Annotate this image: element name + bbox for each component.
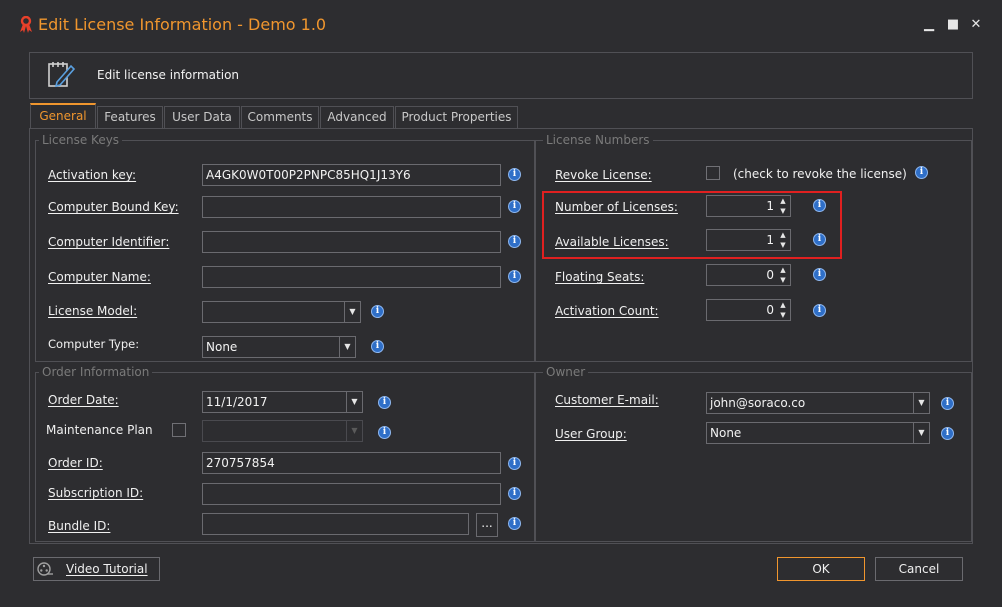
revoke-license-label: Revoke License: xyxy=(555,168,652,182)
license-model-select[interactable] xyxy=(202,301,361,323)
subscription-id-label: Subscription ID: xyxy=(48,486,144,500)
revoke-license-hint: (check to revoke the license) xyxy=(733,167,907,181)
window-title: Edit License Information - Demo 1.0 xyxy=(38,15,327,34)
info-icon[interactable]: i xyxy=(508,457,521,470)
tab-product-properties[interactable]: Product Properties xyxy=(395,106,518,128)
tab-comments[interactable]: Comments xyxy=(241,106,319,128)
minimize-button[interactable]: ▁ xyxy=(918,14,940,36)
spin-down-icon[interactable]: ▼ xyxy=(776,275,790,285)
info-icon[interactable]: i xyxy=(508,200,521,213)
license-model-label: License Model: xyxy=(48,304,138,318)
computer-bound-key-label: Computer Bound Key: xyxy=(48,200,179,214)
user-group-label: User Group: xyxy=(555,427,627,441)
info-icon[interactable]: i xyxy=(813,268,826,281)
close-button[interactable]: ✕ xyxy=(965,14,987,36)
info-icon[interactable]: i xyxy=(915,166,928,179)
computer-name-field[interactable] xyxy=(202,266,501,288)
group-title-license-keys: License Keys xyxy=(39,133,123,147)
activation-key-label: Activation key: xyxy=(48,168,137,182)
info-icon[interactable]: i xyxy=(371,340,384,353)
info-icon[interactable]: i xyxy=(508,270,521,283)
ok-button[interactable]: OK xyxy=(777,557,865,581)
chevron-down-icon[interactable]: ▼ xyxy=(339,337,355,357)
chevron-down-icon: ▼ xyxy=(346,421,362,441)
info-icon[interactable]: i xyxy=(508,168,521,181)
group-title-order-information: Order Information xyxy=(39,365,153,379)
film-reel-icon xyxy=(37,562,53,576)
tab-user-data[interactable]: User Data xyxy=(164,106,240,128)
chevron-down-icon[interactable]: ▼ xyxy=(346,392,362,412)
highlight-box xyxy=(542,191,842,259)
activation-count-value: 0 xyxy=(766,303,774,317)
cancel-button[interactable]: Cancel xyxy=(875,557,963,581)
chevron-down-icon[interactable]: ▼ xyxy=(913,393,929,413)
activation-key-field[interactable]: A4GK0W0T00P2PNPC85HQ1J13Y6 xyxy=(202,164,501,186)
maintenance-plan-label: Maintenance Plan xyxy=(46,423,153,437)
computer-identifier-field[interactable] xyxy=(202,231,501,253)
info-icon[interactable]: i xyxy=(508,517,521,530)
tab-advanced[interactable]: Advanced xyxy=(320,106,394,128)
bundle-id-field[interactable] xyxy=(202,513,469,535)
bundle-browse-button[interactable]: ... xyxy=(476,513,498,537)
info-icon[interactable]: i xyxy=(508,487,521,500)
maintenance-plan-checkbox[interactable] xyxy=(172,423,186,437)
info-icon[interactable]: i xyxy=(378,426,391,439)
tab-general[interactable]: General xyxy=(30,103,96,129)
video-tutorial-label: Video Tutorial xyxy=(66,562,148,576)
info-icon[interactable]: i xyxy=(813,304,826,317)
computer-name-label: Computer Name: xyxy=(48,270,151,284)
computer-bound-key-field[interactable] xyxy=(202,196,501,218)
ribbon-icon xyxy=(20,16,32,33)
computer-type-label: Computer Type: xyxy=(48,337,140,351)
floating-seats-value: 0 xyxy=(766,268,774,282)
order-id-field[interactable]: 270757854 xyxy=(202,452,501,474)
floating-seats-label: Floating Seats: xyxy=(555,270,645,284)
subscription-id-field[interactable] xyxy=(202,483,501,505)
info-icon[interactable]: i xyxy=(378,396,391,409)
info-icon[interactable]: i xyxy=(941,427,954,440)
group-title-owner: Owner xyxy=(543,365,589,379)
tab-features[interactable]: Features xyxy=(97,106,163,128)
info-icon[interactable]: i xyxy=(371,305,384,318)
spin-arrows[interactable]: ▲ ▼ xyxy=(776,265,790,285)
group-title-license-numbers: License Numbers xyxy=(543,133,653,147)
edit-document-icon xyxy=(48,62,76,88)
customer-email-select[interactable]: john@soraco.co xyxy=(706,392,930,414)
spin-arrows[interactable]: ▲ ▼ xyxy=(776,300,790,320)
spin-up-icon[interactable]: ▲ xyxy=(776,300,790,310)
chevron-down-icon[interactable]: ▼ xyxy=(344,302,360,322)
user-group-select[interactable]: None xyxy=(706,422,930,444)
chevron-down-icon[interactable]: ▼ xyxy=(913,423,929,443)
spin-down-icon[interactable]: ▼ xyxy=(776,310,790,320)
info-icon[interactable]: i xyxy=(508,235,521,248)
revoke-license-checkbox[interactable] xyxy=(706,166,720,180)
header-text: Edit license information xyxy=(97,68,240,82)
maintenance-plan-select xyxy=(202,420,363,442)
order-date-label: Order Date: xyxy=(48,393,119,407)
order-id-label: Order ID: xyxy=(48,456,103,470)
maximize-button[interactable]: ■ xyxy=(942,14,964,36)
info-icon[interactable]: i xyxy=(941,397,954,410)
customer-email-label: Customer E-mail: xyxy=(555,393,659,407)
computer-identifier-label: Computer Identifier: xyxy=(48,235,170,249)
bundle-id-label: Bundle ID: xyxy=(48,519,111,533)
activation-count-label: Activation Count: xyxy=(555,304,659,318)
order-date-picker[interactable]: 11/1/2017 xyxy=(202,391,363,413)
computer-type-select[interactable]: None xyxy=(202,336,356,358)
spin-up-icon[interactable]: ▲ xyxy=(776,265,790,275)
